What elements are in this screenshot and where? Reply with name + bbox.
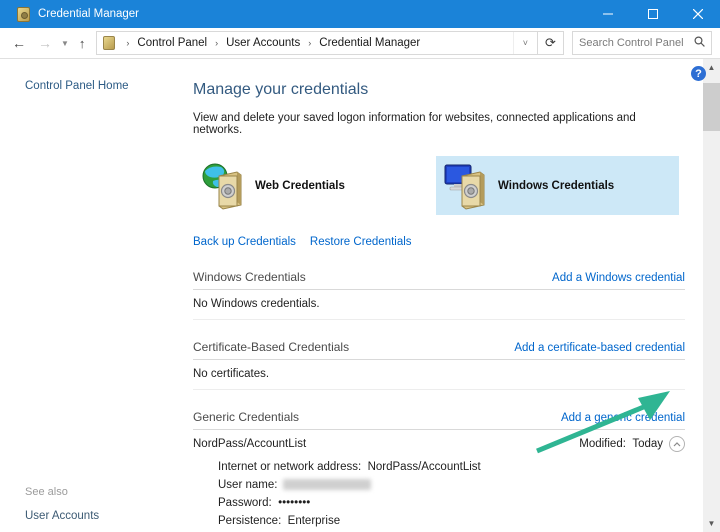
title-bar: Credential Manager (0, 0, 720, 28)
web-credentials-icon (199, 161, 249, 211)
modified-label: Modified: (579, 438, 626, 450)
windows-credentials-label: Windows Credentials (498, 180, 614, 192)
history-dropdown-icon[interactable]: ▼ (58, 39, 72, 48)
add-certificate-credential-link[interactable]: Add a certificate-based credential (514, 342, 685, 354)
breadcrumb-item-user-accounts[interactable]: User Accounts (224, 37, 302, 49)
certificates-empty-text: No certificates. (193, 360, 685, 390)
breadcrumb-app-icon (103, 36, 115, 50)
maximize-icon (648, 9, 658, 19)
sidebar: Control Panel Home See also User Account… (0, 59, 180, 532)
section-title-generic-credentials: Generic Credentials (193, 410, 299, 424)
section-title-certificate-credentials: Certificate-Based Credentials (193, 340, 349, 354)
search-box[interactable] (572, 31, 712, 55)
refresh-button[interactable]: ⟳ (538, 31, 564, 55)
help-icon[interactable]: ? (691, 66, 706, 81)
address-label: Internet or network address: (218, 461, 361, 473)
credential-row-accountlist[interactable]: NordPass/AccountList Modified: Today (193, 430, 685, 458)
search-icon[interactable] (694, 34, 705, 52)
sidebar-item-user-accounts[interactable]: User Accounts (25, 510, 180, 522)
sidebar-item-control-panel-home[interactable]: Control Panel Home (25, 80, 180, 92)
app-icon (17, 7, 30, 22)
scroll-down-icon[interactable]: ▼ (703, 515, 720, 532)
address-value: NordPass/AccountList (368, 461, 481, 473)
persistence-label: Persistence: (218, 515, 281, 527)
back-button[interactable]: ← (6, 35, 32, 51)
page-description: View and delete your saved logon informa… (193, 112, 685, 136)
close-button[interactable] (675, 0, 720, 28)
password-label: Password: (218, 497, 272, 509)
minimize-button[interactable] (585, 0, 630, 28)
credential-name: NordPass/AccountList (193, 438, 306, 450)
breadcrumb-separator: › (120, 38, 135, 48)
username-value-redacted (283, 479, 371, 490)
breadcrumb-separator: › (209, 38, 224, 48)
main-panel: Manage your credentials View and delete … (180, 59, 703, 532)
minimize-icon (603, 9, 613, 19)
windows-credentials-empty-text: No Windows credentials. (193, 290, 685, 320)
collapse-button[interactable] (669, 436, 685, 452)
section-title-windows-credentials: Windows Credentials (193, 270, 306, 284)
breadcrumb-item-control-panel[interactable]: Control Panel (135, 37, 209, 49)
persistence-value: Enterprise (288, 515, 340, 527)
maximize-button[interactable] (630, 0, 675, 28)
credential-manager-window: Credential Manager ← → ▼ ↑ › Control Pan… (0, 0, 720, 532)
credential-details: Internet or network address: NordPass/Ac… (193, 458, 685, 532)
forward-button[interactable]: → (32, 35, 58, 51)
tab-windows-credentials[interactable]: Windows Credentials (436, 156, 679, 215)
search-input[interactable] (579, 37, 694, 49)
window-title: Credential Manager (38, 8, 139, 20)
page-title: Manage your credentials (193, 81, 685, 99)
modified-value: Today (632, 438, 663, 450)
navigation-bar: ← → ▼ ↑ › Control Panel › User Accounts … (0, 28, 720, 59)
username-label: User name: (218, 479, 277, 491)
tab-web-credentials[interactable]: Web Credentials (193, 156, 436, 215)
add-windows-credential-link[interactable]: Add a Windows credential (552, 272, 685, 284)
add-generic-credential-link[interactable]: Add a generic credential (561, 412, 685, 424)
vertical-scrollbar[interactable]: ▲ ▼ (703, 59, 720, 532)
chevron-up-icon (673, 442, 681, 447)
password-masked: •••••••• (278, 497, 310, 509)
backup-credentials-link[interactable]: Back up Credentials (193, 236, 296, 248)
web-credentials-label: Web Credentials (255, 180, 345, 192)
windows-credentials-icon (442, 161, 492, 211)
see-also-label: See also (25, 486, 180, 498)
restore-credentials-link[interactable]: Restore Credentials (310, 236, 412, 248)
close-icon (693, 9, 703, 19)
breadcrumb-separator: › (302, 38, 317, 48)
up-button[interactable]: ↑ (72, 36, 93, 51)
scrollbar-thumb[interactable] (703, 83, 720, 131)
breadcrumb-item-credential-manager[interactable]: Credential Manager (317, 37, 422, 49)
breadcrumb-dropdown-icon[interactable]: ˅ (513, 32, 537, 54)
breadcrumb[interactable]: › Control Panel › User Accounts › Creden… (96, 31, 538, 55)
